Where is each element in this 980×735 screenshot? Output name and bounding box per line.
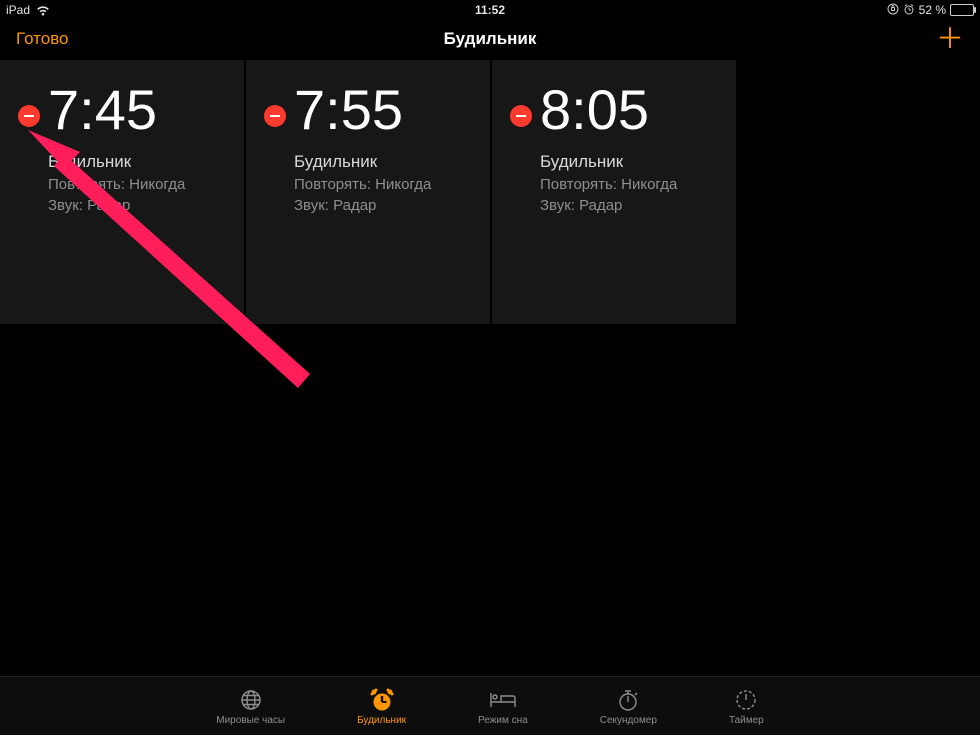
stopwatch-icon [616, 687, 640, 713]
page-title: Будильник [444, 29, 537, 49]
alarm-1-time: 7:55 [294, 82, 403, 138]
alarm-0-time: 7:45 [48, 82, 157, 138]
alarm-2-time: 8:05 [540, 82, 649, 138]
tab-label: Мировые часы [216, 715, 285, 726]
alarm-0-repeat: Повторять: Никогда [48, 176, 226, 193]
bed-icon [489, 687, 517, 713]
alarm-status-icon [903, 3, 915, 18]
status-bar: iPad 11:52 52 % [0, 0, 980, 20]
globe-icon [239, 687, 263, 713]
alarm-clock-icon [369, 687, 395, 713]
alarm-2-sound: Звук: Радар [540, 197, 718, 214]
alarm-0-sound: Звук: Радар [48, 197, 226, 214]
device-name: iPad [6, 3, 30, 17]
tab-label: Будильник [357, 715, 406, 726]
tab-label: Секундомер [600, 715, 657, 726]
alarm-0-delete-button[interactable] [18, 105, 40, 127]
wifi-icon [36, 5, 50, 16]
minus-icon [516, 115, 526, 117]
orientation-lock-icon [887, 3, 899, 18]
nav-bar: Готово Будильник ＋ [0, 20, 980, 58]
tab-stopwatch[interactable]: Секундомер [600, 687, 657, 726]
alarm-2-delete-button[interactable] [510, 105, 532, 127]
alarm-0-label: Будильник [48, 152, 226, 172]
alarm-2-repeat: Повторять: Никогда [540, 176, 718, 193]
tab-bedtime[interactable]: Режим сна [478, 687, 528, 726]
alarm-1-repeat: Повторять: Никогда [294, 176, 472, 193]
minus-icon [270, 115, 280, 117]
tab-alarm[interactable]: Будильник [357, 687, 406, 726]
add-alarm-button[interactable]: ＋ [936, 25, 964, 53]
tab-label: Таймер [729, 715, 764, 726]
status-time: 11:52 [475, 3, 505, 17]
battery-percent: 52 % [919, 3, 946, 17]
alarm-1-delete-button[interactable] [264, 105, 286, 127]
tab-timer[interactable]: Таймер [729, 687, 764, 726]
alarm-card-1[interactable]: 7:55 Будильник Повторять: Никогда Звук: … [246, 60, 490, 324]
tab-world-clock[interactable]: Мировые часы [216, 687, 285, 726]
alarms-grid: 7:45 Будильник Повторять: Никогда Звук: … [0, 60, 980, 324]
alarm-2-label: Будильник [540, 152, 718, 172]
battery-icon [950, 4, 974, 16]
tab-bar: Мировые часы Будильник Режим сна [0, 676, 980, 735]
alarm-card-0[interactable]: 7:45 Будильник Повторять: Никогда Звук: … [0, 60, 244, 324]
minus-icon [24, 115, 34, 117]
timer-icon [734, 687, 758, 713]
done-button[interactable]: Готово [16, 29, 69, 49]
alarm-1-sound: Звук: Радар [294, 197, 472, 214]
alarm-1-label: Будильник [294, 152, 472, 172]
tab-label: Режим сна [478, 715, 528, 726]
alarm-card-2[interactable]: 8:05 Будильник Повторять: Никогда Звук: … [492, 60, 736, 324]
